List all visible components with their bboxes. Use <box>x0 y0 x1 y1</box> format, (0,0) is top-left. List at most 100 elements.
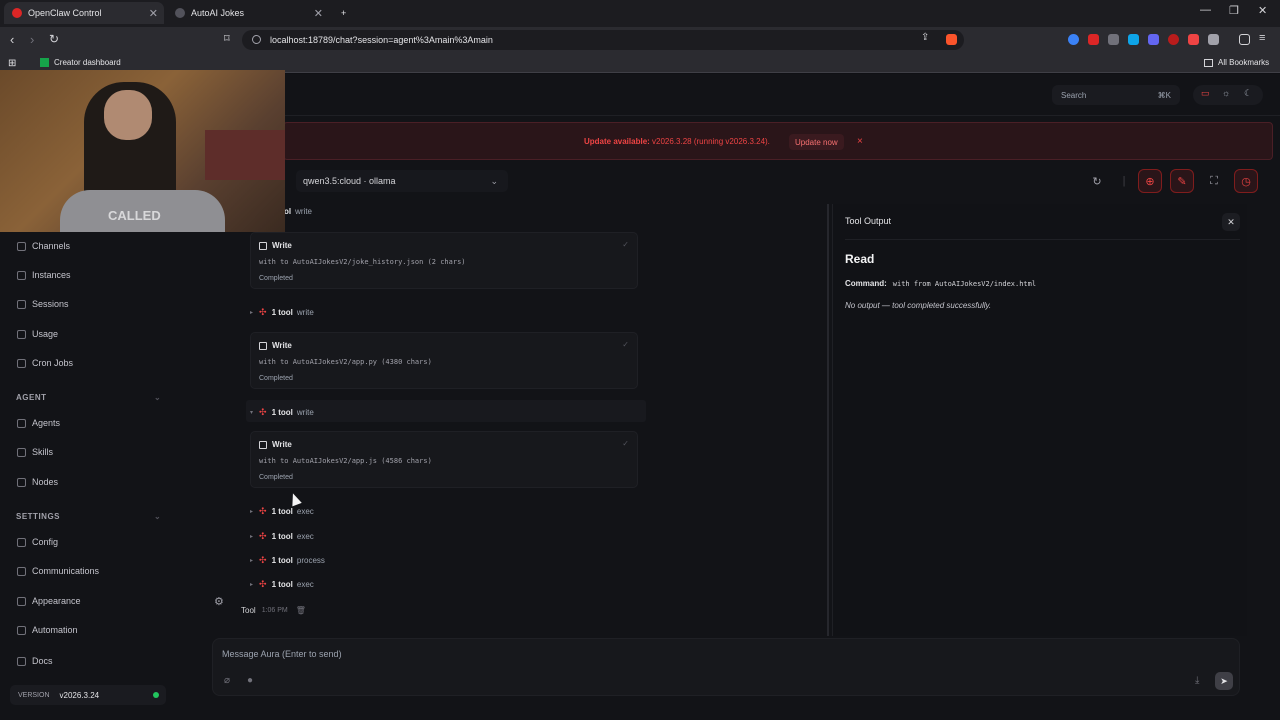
update-banner: Update available: v2026.3.28 (running v2… <box>283 122 1273 160</box>
extension-icon[interactable] <box>1088 34 1099 45</box>
maximize-icon[interactable]: ❐ <box>1229 4 1239 17</box>
browser-menu-icon[interactable]: ≡ <box>1259 32 1265 44</box>
sun-icon[interactable]: ☼ <box>1222 88 1230 98</box>
extension-icon[interactable] <box>1188 34 1199 45</box>
reload-icon[interactable]: ↻ <box>49 32 59 46</box>
command-line: Command: with from AutoAIJokesV2/index.h… <box>845 279 1036 288</box>
section-settings[interactable]: SETTINGS ⌄ <box>16 512 161 521</box>
tool-name: write <box>296 308 314 317</box>
brave-shield-icon[interactable] <box>946 34 957 45</box>
refresh-icon[interactable]: ↻ <box>1085 169 1109 193</box>
command-value: with from AutoAIJokesV2/index.html <box>892 279 1037 288</box>
theme-switcher: ▭ ☼ ☾ <box>1193 85 1263 105</box>
bookmark-creator-dashboard[interactable]: Creator dashboard <box>40 58 121 67</box>
new-tab-button[interactable]: + <box>333 2 354 24</box>
sidebar-item-nodes[interactable]: Nodes <box>17 477 58 487</box>
close-icon[interactable]: × <box>857 136 863 147</box>
window-close-icon[interactable]: ✕ <box>1258 4 1267 17</box>
forward-icon[interactable]: › <box>30 32 34 47</box>
tab-autoai-jokes[interactable]: AutoAI Jokes ✕ <box>167 2 329 24</box>
sidebar-toggle-icon[interactable] <box>1239 34 1250 45</box>
bookmark-icon[interactable]: ⌑ <box>224 32 230 45</box>
close-tab-icon[interactable]: ✕ <box>149 7 158 20</box>
tool-name: write <box>296 408 314 417</box>
tool-count: 1 tool <box>271 556 293 565</box>
message-input[interactable]: Message Aura (Enter to send) <box>222 649 342 659</box>
site-info-icon[interactable] <box>252 35 261 44</box>
send-button[interactable]: ➤ <box>1215 672 1233 690</box>
tool-row[interactable]: ▸ ✣ 1 tool exec <box>250 506 314 517</box>
all-bookmarks-folder[interactable]: All Bookmarks <box>1204 58 1269 67</box>
clock-icon[interactable]: ◷ <box>1234 169 1258 193</box>
sidebar-item-channels[interactable]: Channels <box>17 241 70 251</box>
sidebar-item-instances[interactable]: Instances <box>17 270 71 280</box>
sidebar-item-skills[interactable]: Skills <box>17 447 53 457</box>
sidebar-item-automation[interactable]: Automation <box>17 625 78 635</box>
sidebar-item-label: Instances <box>32 270 71 280</box>
minimize-icon[interactable]: — <box>1200 4 1211 16</box>
apps-grid-icon[interactable]: ⊞ <box>8 58 16 69</box>
sidebar-item-cron-jobs[interactable]: Cron Jobs <box>17 358 73 368</box>
extension-icon[interactable] <box>1128 34 1139 45</box>
extension-icon[interactable] <box>1068 34 1079 45</box>
sidebar-item-label: Channels <box>32 241 71 251</box>
sidebar-item-usage[interactable]: Usage <box>17 329 58 339</box>
tool-card[interactable]: Write ✓ with to AutoAIJokesV2/app.py (43… <box>250 332 638 389</box>
model-select[interactable]: qwen3.5:cloud · ollama ⌄ <box>296 170 508 192</box>
sidebar-item-config[interactable]: Config <box>17 537 58 547</box>
tool-count: 1 tool <box>271 507 293 516</box>
search-placeholder: Search <box>1061 90 1087 100</box>
monitor-icon[interactable]: ▭ <box>1201 88 1210 99</box>
close-tab-icon[interactable]: ✕ <box>314 7 323 20</box>
wrench-icon[interactable]: ✎ <box>1170 169 1194 193</box>
share-icon[interactable]: ⇪ <box>921 32 929 43</box>
tool-row[interactable]: ▸ ✣ 1 tool process <box>250 555 325 566</box>
back-icon[interactable]: ‹ <box>10 32 14 47</box>
extensions-puzzle-icon[interactable] <box>1208 34 1219 45</box>
address-bar[interactable]: localhost:18789/chat?session=agent%3Amai… <box>242 30 964 50</box>
close-icon[interactable]: ✕ <box>1222 213 1240 231</box>
browser-toolbar: ‹ › ↻ ⌑ localhost:18789/chat?session=age… <box>0 27 1280 53</box>
check-icon: ✓ <box>622 439 629 448</box>
url-text: localhost:18789/chat?session=agent%3Amai… <box>270 35 493 45</box>
tool-row[interactable]: ol write <box>284 207 312 216</box>
brain-icon[interactable]: ⊕ <box>1138 169 1162 193</box>
update-message: Update available: v2026.3.28 (running v2… <box>584 137 770 146</box>
download-icon[interactable]: ⤓ <box>1195 675 1199 686</box>
tool-card[interactable]: Write ✓ with to AutoAIJokesV2/app.js (45… <box>250 431 638 488</box>
bookmark-label: Creator dashboard <box>54 58 121 67</box>
extension-icon[interactable] <box>1108 34 1119 45</box>
sidebar-item-communications[interactable]: Communications <box>17 566 99 576</box>
globe-favicon-icon <box>175 8 185 18</box>
message-composer[interactable]: Message Aura (Enter to send) ⌀ ● ⤓ ➤ <box>212 638 1240 696</box>
section-agent[interactable]: AGENT ⌄ <box>16 393 161 402</box>
extension-icon[interactable] <box>1168 34 1179 45</box>
paperclip-icon[interactable]: ⌀ <box>224 675 230 686</box>
panel-resizer[interactable] <box>827 204 829 636</box>
k-logo-icon <box>40 58 49 67</box>
trash-icon[interactable]: 🗑 <box>296 606 306 615</box>
tool-row[interactable]: ▸ ✣ 1 tool write <box>250 307 314 318</box>
tool-row[interactable]: ▸ ✣ 1 tool exec <box>250 579 314 590</box>
focus-icon[interactable]: ⛶ <box>1202 169 1226 193</box>
card-status: Completed <box>259 275 293 282</box>
sidebar-item-appearance[interactable]: Appearance <box>17 596 81 606</box>
tool-row[interactable]: ▸ ✣ 1 tool exec <box>250 531 314 542</box>
gear-icon[interactable]: ⚙ <box>214 595 224 608</box>
extension-icon[interactable] <box>1148 34 1159 45</box>
pencil-icon <box>259 341 267 350</box>
folder-icon <box>17 418 26 428</box>
sender-label: Tool <box>241 606 256 615</box>
sidebar-item-docs[interactable]: Docs <box>17 656 53 666</box>
microphone-icon[interactable]: ● <box>247 675 253 686</box>
tool-card[interactable]: Write ✓ with to AutoAIJokesV2/joke_histo… <box>250 232 638 289</box>
tab-openclaw-control[interactable]: OpenClaw Control ✕ <box>4 2 164 24</box>
sidebar-item-agents[interactable]: Agents <box>17 418 60 428</box>
search-input[interactable]: Search ⌘K <box>1052 85 1180 105</box>
tool-count: 1 tool <box>271 408 293 417</box>
moon-icon[interactable]: ☾ <box>1244 88 1252 99</box>
sidebar-item-sessions[interactable]: Sessions <box>17 299 69 309</box>
tool-row[interactable]: ▾ ✣ 1 tool write <box>250 407 314 418</box>
card-detail: with to AutoAIJokesV2/joke_history.json … <box>259 258 466 266</box>
update-now-button[interactable]: Update now <box>789 134 844 150</box>
